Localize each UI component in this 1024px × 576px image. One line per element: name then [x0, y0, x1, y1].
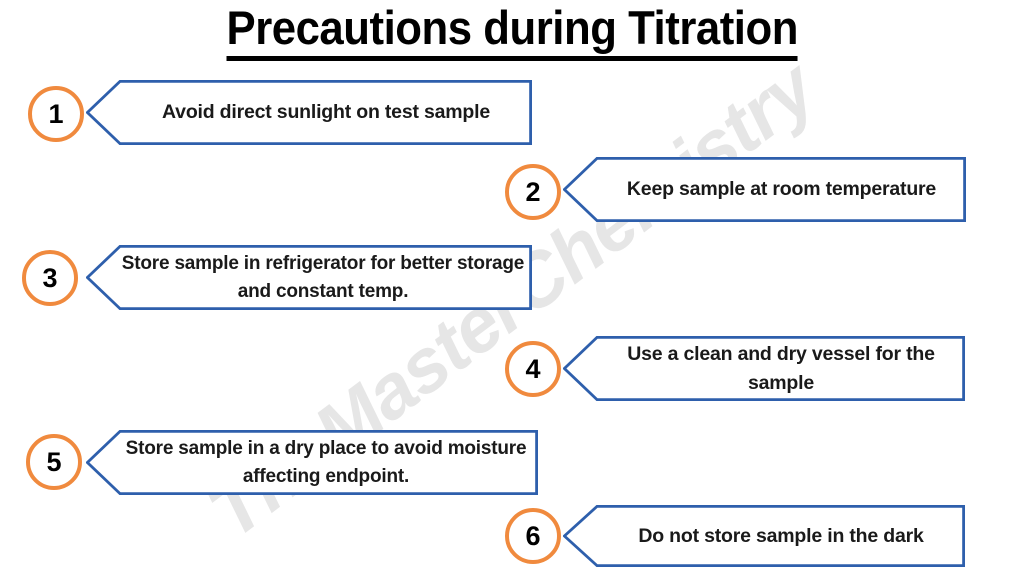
step-badge-2-number: 2 — [525, 176, 541, 207]
precaution-banner-5[interactable]: Store sample in a dry place to avoid moi… — [86, 430, 538, 495]
step-badge-6-number: 6 — [525, 520, 541, 551]
step-badge-4-number: 4 — [525, 353, 541, 384]
step-badge-4[interactable]: 4 — [505, 341, 561, 397]
infographic-canvas: TheMasterChemistry Precautions during Ti… — [0, 0, 1024, 576]
precaution-text-5: Store sample in a dry place to avoid moi… — [125, 437, 527, 487]
step-badge-6[interactable]: 6 — [505, 508, 561, 564]
precaution-text-2: Keep sample at room temperature — [626, 178, 937, 201]
step-badge-1-number: 1 — [48, 98, 64, 129]
precaution-banner-3[interactable]: Store sample in refrigerator for better … — [86, 245, 532, 310]
precaution-text-4: Use a clean and dry vessel for the sampl… — [627, 343, 935, 394]
step-badge-5[interactable]: 5 — [26, 434, 82, 490]
precaution-banner-6[interactable]: Do not store sample in the dark — [563, 505, 965, 567]
precaution-banner-1[interactable]: Avoid direct sunlight on test sample — [86, 80, 532, 145]
step-badge-5-number: 5 — [46, 446, 62, 477]
page-title: Precautions during Titration — [0, 1, 1024, 61]
precaution-banner-2[interactable]: Keep sample at room temperature — [563, 157, 966, 222]
precaution-text-1: Avoid direct sunlight on test sample — [162, 101, 490, 124]
step-badge-3-number: 3 — [42, 262, 58, 293]
step-badge-1[interactable]: 1 — [28, 86, 84, 142]
page-title-text: Precautions during Titration — [226, 1, 798, 61]
precaution-text-3: Store sample in refrigerator for better … — [121, 252, 525, 302]
precaution-banner-4[interactable]: Use a clean and dry vessel for the sampl… — [563, 336, 965, 401]
step-badge-3[interactable]: 3 — [22, 250, 78, 306]
precaution-text-6: Do not store sample in the dark — [638, 524, 924, 547]
step-badge-2[interactable]: 2 — [505, 164, 561, 220]
